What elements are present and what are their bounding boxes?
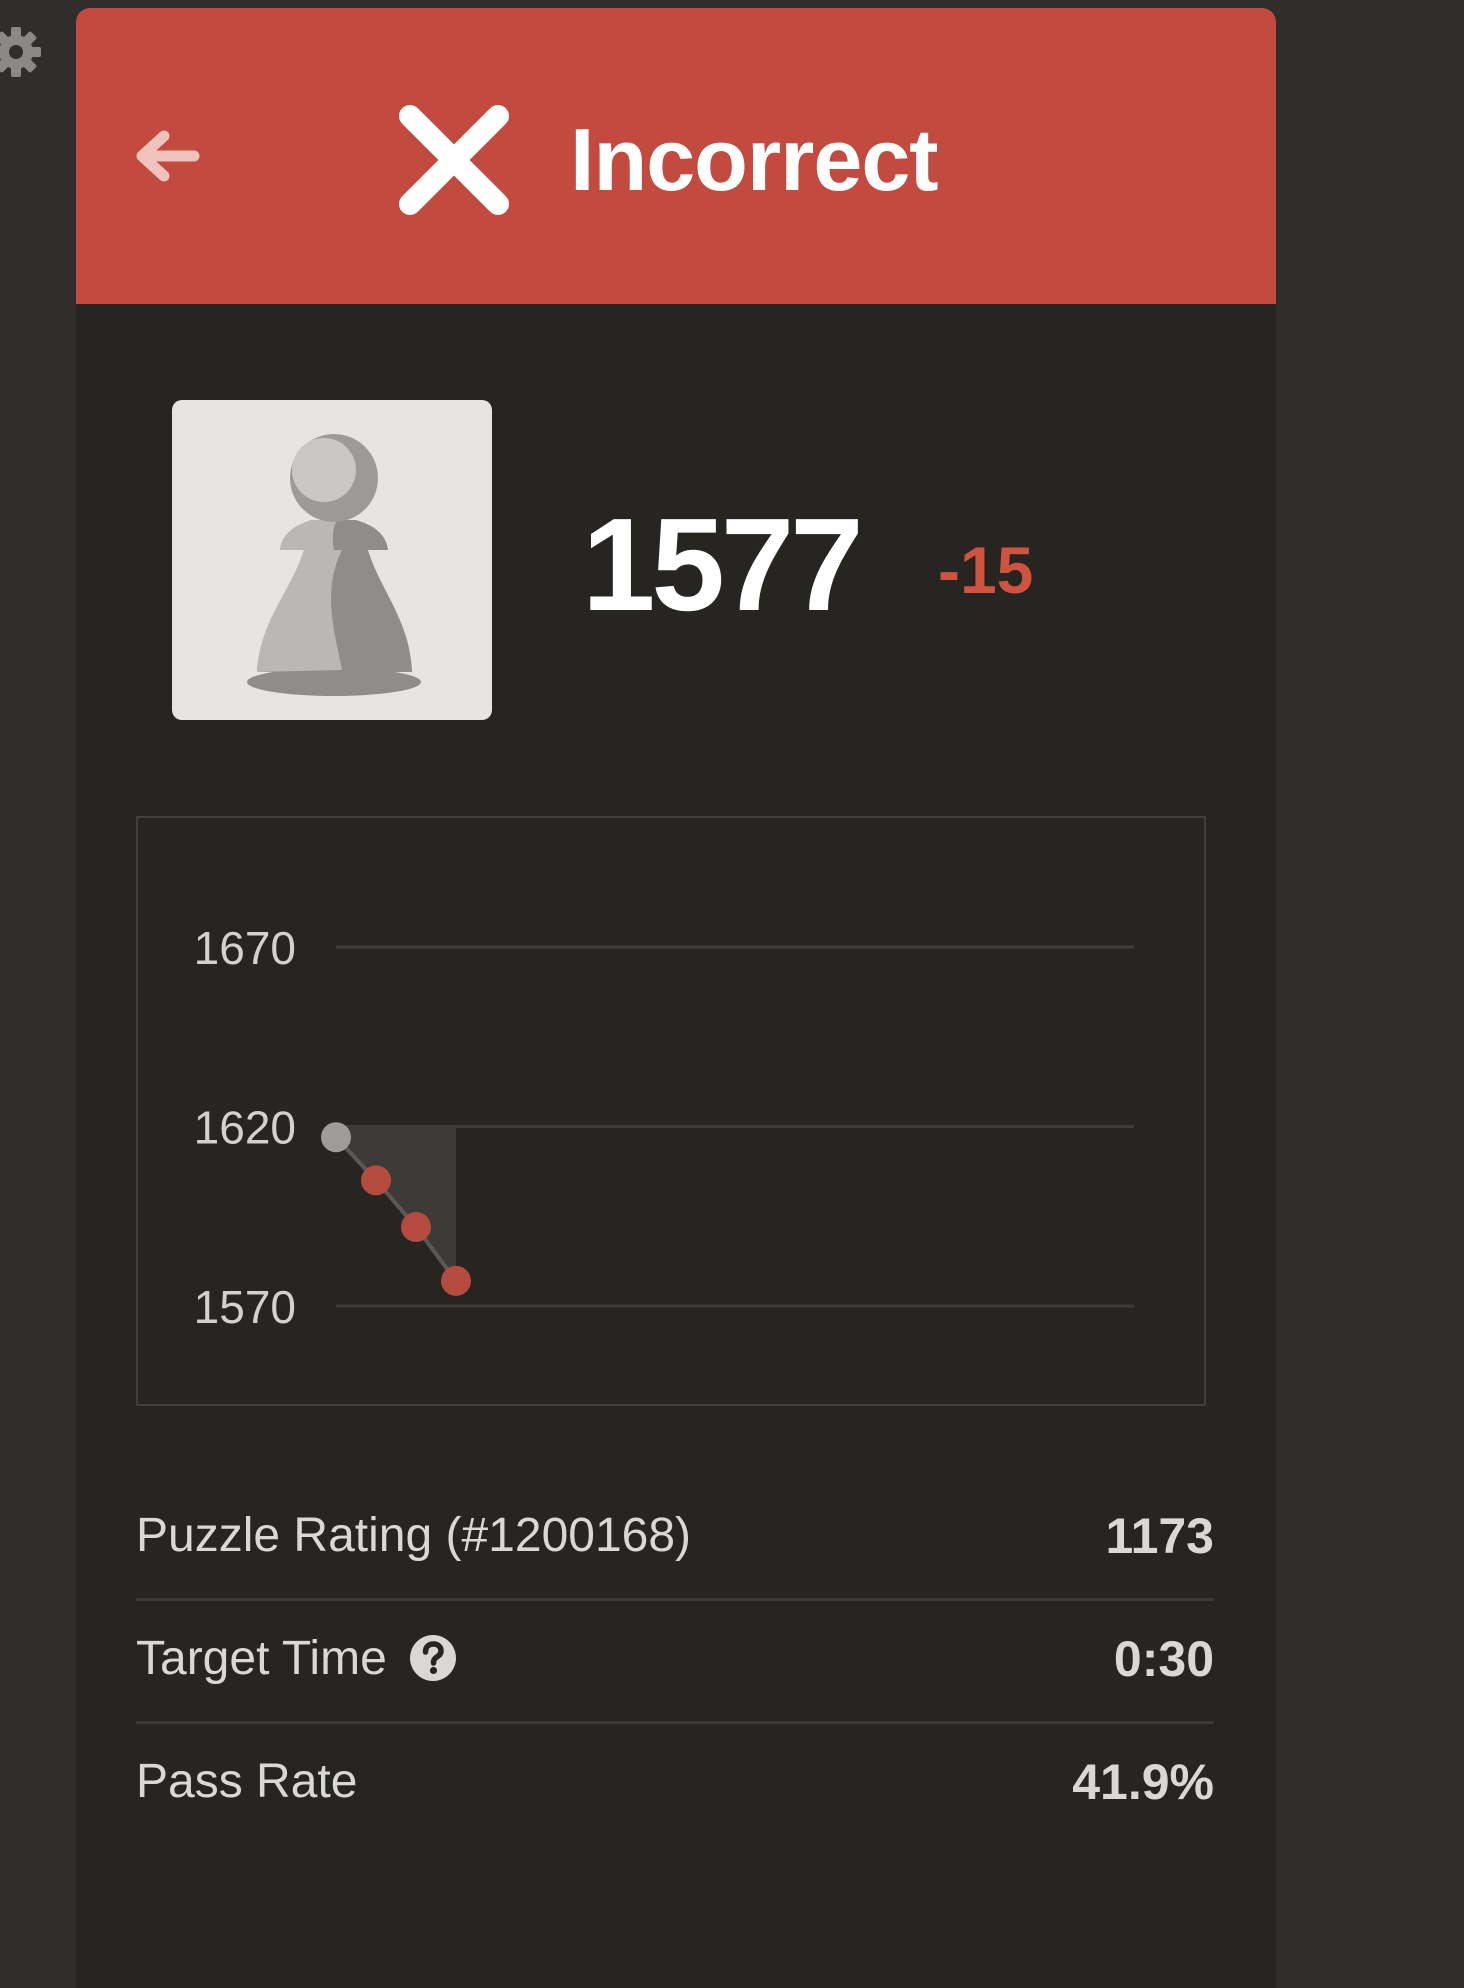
puzzle-rating-label: Puzzle Rating (#1200168) [136, 1509, 692, 1562]
avatar [172, 400, 492, 720]
stat-row-puzzle-rating: Puzzle Rating (#1200168) 1173 [136, 1478, 1214, 1601]
puzzle-stats: Puzzle Rating (#1200168) 1173 Target Tim… [136, 1478, 1214, 1844]
stat-row-target-time: Target Time 0:30 [136, 1601, 1214, 1724]
pass-rate-label: Pass Rate [136, 1755, 358, 1808]
pawn-icon [247, 434, 421, 696]
chart-point-fail[interactable] [441, 1265, 471, 1296]
rating-chart: 1670 1620 1570 [136, 816, 1206, 1406]
result-header: Incorrect [76, 8, 1276, 304]
gear-icon[interactable] [0, 24, 44, 80]
target-time-label-wrap: Target Time [136, 1629, 457, 1689]
x-icon [399, 105, 509, 215]
y-tick-label: 1570 [194, 1281, 296, 1333]
chart-point-fail[interactable] [401, 1212, 431, 1243]
arrow-left-icon[interactable] [132, 126, 202, 186]
y-tick-label: 1620 [194, 1102, 296, 1154]
result-title: Incorrect [570, 110, 939, 209]
puzzle-rating-value: 1173 [1105, 1508, 1214, 1564]
stat-row-pass-rate: Pass Rate 41.9% [136, 1724, 1214, 1844]
chart-point-fail[interactable] [361, 1165, 391, 1196]
puzzle-result-panel: Incorrect 1577 -15 1670 1620 1570 Puzzle R… [76, 8, 1276, 1988]
rating-delta: -15 [938, 533, 1034, 607]
target-time-value: 0:30 [1113, 1631, 1214, 1687]
question-icon[interactable] [409, 1634, 457, 1682]
chart-point-start[interactable] [321, 1122, 351, 1153]
pass-rate-value: 41.9% [1072, 1754, 1214, 1810]
y-tick-label: 1670 [194, 922, 296, 974]
rating-value: 1577 [582, 491, 864, 638]
target-time-label: Target Time [136, 1632, 387, 1685]
